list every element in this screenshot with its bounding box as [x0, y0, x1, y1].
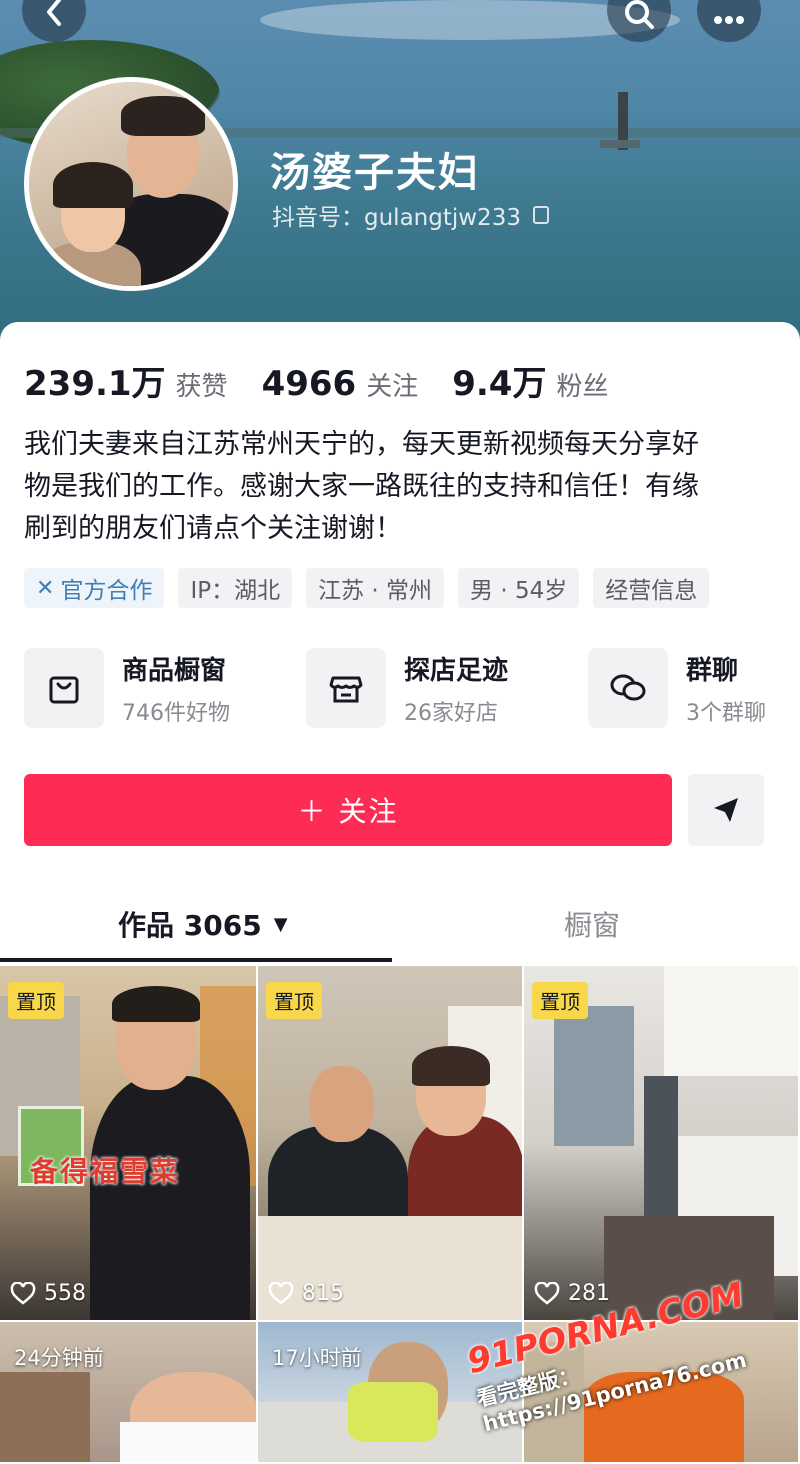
content-tabs: 作品 3065 ▼ 橱窗	[0, 896, 800, 966]
shop-icon	[306, 648, 386, 728]
tab-works[interactable]: 作品 3065 ▼	[118, 904, 288, 944]
tag-label: IP：湖北	[190, 578, 281, 604]
video-grid: 置顶 备得福雪菜 558 置顶 815 置顶 281 24分钟前 17小时前	[0, 966, 800, 1464]
feature-group-chat[interactable]: 群聊 3个群聊	[588, 648, 800, 728]
tab-window-label: 橱窗	[564, 909, 621, 942]
tag-label: 男 · 54岁	[470, 578, 568, 604]
likes-label: 获赞	[175, 372, 228, 402]
handshake-icon: ✕	[36, 575, 55, 601]
feature-title: 群聊	[686, 655, 739, 686]
avatar[interactable]	[24, 77, 238, 291]
video-tile[interactable]: 置顶 备得福雪菜 558	[0, 966, 258, 1322]
like-count: 558	[10, 1281, 86, 1306]
like-count: 281	[534, 1281, 610, 1306]
chat-bubbles-icon	[588, 648, 668, 728]
tag-location[interactable]: 江苏 · 常州	[306, 568, 445, 608]
copy-icon[interactable]	[532, 206, 549, 224]
douyin-id-text: 抖音号：gulangtjw233	[272, 205, 521, 231]
followers-count[interactable]: 9.4万	[452, 356, 546, 405]
banner-pier	[600, 140, 640, 148]
pinned-badge: 置顶	[266, 982, 322, 1019]
feature-sub: 3个群聊	[686, 700, 766, 726]
tag-label: 经营信息	[605, 578, 698, 604]
bio: 我们夫妻来自江苏常州天宁的，每天更新视频每天分享好 物是我们的工作。感谢大家一路…	[24, 424, 784, 550]
profile-card	[0, 322, 800, 964]
like-count-text: 281	[568, 1281, 610, 1306]
tag-label: 官方合作	[60, 578, 153, 604]
video-tile[interactable]: 置顶 815	[258, 966, 524, 1322]
tags-row: ✕ 官方合作 IP：湖北 江苏 · 常州 男 · 54岁 经营信息	[24, 568, 710, 608]
send-icon	[714, 798, 738, 822]
follow-button[interactable]: ＋ 关注	[24, 774, 672, 846]
caret-down-icon[interactable]: ▼	[274, 914, 288, 935]
heart-icon	[268, 1281, 294, 1305]
following-label[interactable]: 关注	[366, 366, 418, 403]
feature-title: 商品橱窗	[122, 655, 227, 686]
heart-icon	[10, 1281, 36, 1305]
bio-line: 刷到的朋友们请点个关注谢谢！	[24, 513, 402, 544]
more-dots-icon	[714, 16, 744, 24]
time-label: 17小时前	[272, 1346, 362, 1370]
heart-icon	[534, 1281, 560, 1305]
share-button[interactable]	[688, 774, 764, 846]
bio-line: 我们夫妻来自江苏常州天宁的，每天更新视频每天分享好	[24, 429, 699, 460]
search-icon	[625, 0, 654, 29]
likes-count: 239.1万	[24, 364, 166, 404]
chevron-left-icon	[47, 0, 61, 26]
like-count-text: 558	[44, 1281, 86, 1306]
like-count-text: 815	[302, 1281, 344, 1306]
shopping-bag-icon	[24, 648, 104, 728]
tag-business-info[interactable]: 经营信息	[593, 568, 710, 608]
pinned-badge: 置顶	[532, 982, 588, 1019]
feature-store-visits[interactable]: 探店足迹 26家好店	[306, 648, 588, 728]
time-label: 24分钟前	[14, 1346, 104, 1370]
bio-line: 物是我们的工作。感谢大家一路既往的支持和信任！有缘	[24, 471, 699, 502]
douyin-id[interactable]: 抖音号：gulangtjw233	[272, 198, 549, 232]
tag-ip: IP：湖北	[178, 568, 293, 608]
tag-gender-age: 男 · 54岁	[458, 568, 580, 608]
followers-label[interactable]: 粉丝	[556, 366, 608, 403]
feature-title: 探店足迹	[404, 655, 509, 686]
video-caption: 备得福雪菜	[30, 1155, 181, 1188]
tag-label: 江苏 · 常州	[318, 578, 433, 604]
following-count[interactable]: 4966	[262, 364, 357, 404]
tab-works-label: 作品 3065	[118, 909, 262, 942]
like-count: 815	[268, 1281, 344, 1306]
tab-shop-window[interactable]: 橱窗	[564, 904, 620, 944]
feature-sub: 746件好物	[122, 700, 230, 726]
pinned-badge: 置顶	[8, 982, 64, 1019]
stats-row: 239.1万 获赞 4966 关注 9.4万 粉丝	[24, 356, 642, 405]
tag-official-partner[interactable]: ✕ 官方合作	[24, 568, 165, 608]
feature-sub: 26家好店	[404, 700, 498, 726]
video-tile[interactable]: 24分钟前	[0, 1322, 258, 1464]
profile-name: 汤婆子夫妇	[270, 150, 480, 196]
tab-underline	[0, 958, 392, 962]
feature-shop-window[interactable]: 商品橱窗 746件好物	[24, 648, 306, 728]
features-row: 商品橱窗 746件好物 探店足迹 26家好店 群聊 3个群聊	[24, 648, 800, 728]
